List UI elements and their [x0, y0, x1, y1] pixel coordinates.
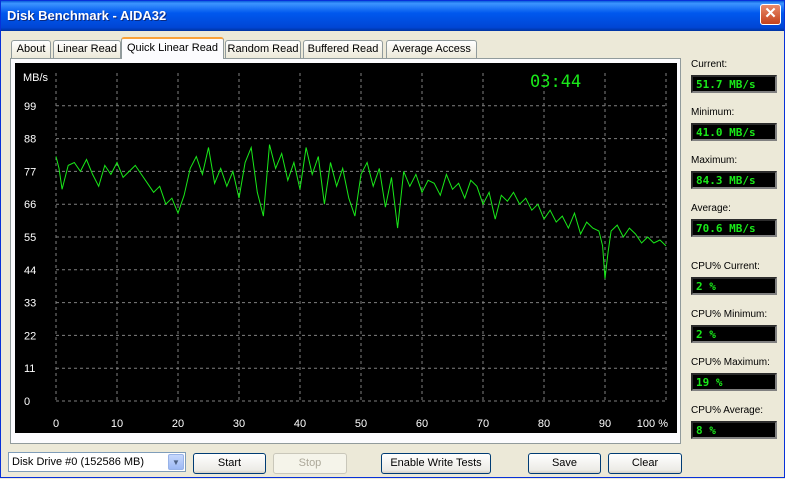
x-tick-label: 90: [599, 418, 611, 430]
window-title: Disk Benchmark - AIDA32: [7, 8, 167, 23]
stop-button[interactable]: Stop: [273, 453, 347, 474]
stat-value-cpu-minimum: 2 %: [691, 325, 777, 343]
tab-linear-read[interactable]: Linear Read: [53, 40, 121, 58]
y-tick-label: 11: [24, 363, 35, 375]
y-tick-label: 22: [24, 330, 36, 342]
tab-about[interactable]: About: [11, 40, 51, 58]
x-tick-label: 20: [172, 418, 184, 430]
stat-value-cpu-maximum: 19 %: [691, 373, 777, 391]
stat-value-average: 70.6 MB/s: [691, 219, 777, 237]
clear-button[interactable]: Clear: [608, 453, 682, 474]
graph-grid: [55, 73, 667, 402]
tab-random-read[interactable]: Random Read: [225, 40, 301, 58]
stat-label-cpu-average: CPU% Average:: [691, 405, 764, 416]
y-tick-label: 88: [24, 134, 36, 146]
x-tick-label: 70: [477, 418, 489, 430]
stat-value-current: 51.7 MB/s: [691, 75, 777, 93]
stat-value-cpu-current: 2 %: [691, 277, 777, 295]
stat-label-maximum: Maximum:: [691, 155, 738, 166]
benchmark-window: Disk Benchmark - AIDA32 ✕ About Linear R…: [0, 0, 785, 478]
drive-select-value: Disk Drive #0 (152586 MB): [12, 456, 145, 468]
x-tick-label: 0: [53, 418, 59, 430]
y-tick-label: 44: [24, 265, 36, 277]
x-tick-label: 100 %: [637, 418, 668, 430]
stat-label-average: Average:: [691, 203, 731, 214]
close-button[interactable]: ✕: [760, 4, 781, 25]
stat-value-maximum: 84.3 MB/s: [691, 171, 777, 189]
x-tick-label: 30: [233, 418, 245, 430]
tab-average-access[interactable]: Average Access: [386, 40, 477, 58]
x-axis-ticks: 0 10 20 30 40 50 60 70 80 90 100 %: [53, 418, 668, 430]
close-icon: ✕: [764, 5, 777, 22]
y-tick-label: 33: [24, 298, 36, 310]
chevron-down-icon[interactable]: ▼: [168, 454, 184, 470]
title-bar[interactable]: Disk Benchmark - AIDA32 ✕: [1, 1, 784, 31]
stat-value-minimum: 41.0 MB/s: [691, 123, 777, 141]
stat-label-cpu-minimum: CPU% Minimum:: [691, 309, 768, 320]
y-axis-label: MB/s: [23, 72, 49, 84]
tab-quick-linear-read[interactable]: Quick Linear Read: [121, 37, 224, 59]
stat-label-cpu-current: CPU% Current:: [691, 261, 760, 272]
y-tick-label: 55: [24, 232, 36, 244]
y-tick-label: 0: [24, 396, 30, 408]
drive-select[interactable]: Disk Drive #0 (152586 MB) ▼: [8, 452, 186, 472]
elapsed-timer: 03:44: [530, 72, 581, 92]
stat-label-cpu-maximum: CPU% Maximum:: [691, 357, 770, 368]
benchmark-graph: 0 11 22 33 44 55 66 77 88 99 0 10 20 30 40 50 60 70 80 90 1…: [15, 63, 677, 433]
y-tick-label: 66: [24, 199, 36, 211]
x-tick-label: 80: [538, 418, 550, 430]
y-tick-label: 77: [24, 166, 36, 178]
x-tick-label: 50: [355, 418, 367, 430]
stat-label-minimum: Minimum:: [691, 107, 735, 118]
start-button[interactable]: Start: [193, 453, 266, 474]
stat-label-current: Current:: [691, 59, 728, 70]
enable-write-tests-button[interactable]: Enable Write Tests: [381, 453, 491, 474]
tab-buffered-read[interactable]: Buffered Read: [303, 40, 383, 58]
y-axis-ticks: 0 11 22 33 44 55 66 77 88 99: [24, 101, 36, 408]
x-tick-label: 10: [111, 418, 123, 430]
stat-value-cpu-average: 8 %: [691, 421, 777, 439]
y-tick-label: 99: [24, 101, 36, 113]
save-button[interactable]: Save: [528, 453, 601, 474]
bottom-toolbar: Disk Drive #0 (152586 MB) ▼ Start Stop E…: [1, 449, 785, 479]
x-tick-label: 40: [294, 418, 306, 430]
x-tick-label: 60: [416, 418, 428, 430]
